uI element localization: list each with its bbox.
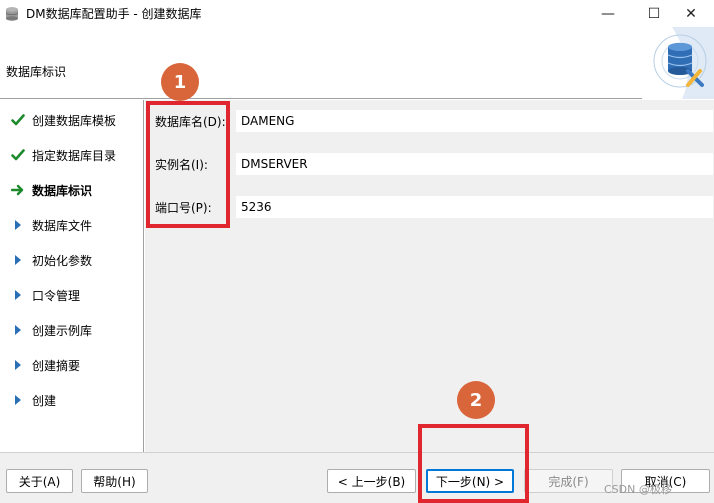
instance-name-row: 实例名(I): DMSERVER [155, 153, 713, 175]
triangle-right-icon [10, 322, 26, 338]
instance-name-input[interactable]: DMSERVER [236, 153, 713, 175]
next-button[interactable]: 下一步(N) > [426, 469, 514, 493]
minimize-icon: — [601, 5, 615, 22]
watermark: CSDN @极移 [604, 483, 672, 496]
arrow-right-icon [10, 182, 26, 198]
step-label: 初始化参数 [32, 253, 93, 268]
finish-button[interactable]: 完成(F) [524, 469, 613, 493]
db-name-label: 数据库名(D): [155, 114, 226, 129]
step-item: 初始化参数 [10, 250, 92, 270]
db-name-input[interactable]: DAMENG [236, 110, 713, 132]
triangle-right-icon [10, 357, 26, 373]
step-label: 口令管理 [32, 288, 81, 303]
instance-name-label: 实例名(I): [155, 157, 208, 172]
title-bar: DM数据库配置助手 - 创建数据库 — ☐ ✕ [0, 0, 714, 27]
triangle-right-icon [10, 252, 26, 268]
step-item: 创建数据库模板 [10, 110, 116, 130]
database-app-icon [5, 6, 19, 21]
step-label: 创建摘要 [32, 358, 81, 373]
triangle-right-icon [10, 217, 26, 233]
step-sidebar: 创建数据库模板 指定数据库目录 数据库标识 数据库文件 初始化参数 口令管理 创… [0, 100, 144, 452]
form-panel: 数据库名(D): DAMENG 实例名(I): DMSERVER 端口号(P):… [145, 100, 714, 452]
close-icon: ✕ [685, 5, 697, 22]
db-name-row: 数据库名(D): DAMENG [155, 110, 713, 132]
annotation-badge-2: 2 [457, 381, 495, 419]
close-button[interactable]: ✕ [668, 0, 714, 27]
triangle-right-icon [10, 392, 26, 408]
step-label: 创建 [32, 393, 57, 408]
step-item: 数据库文件 [10, 215, 92, 235]
port-input[interactable]: 5236 [236, 196, 713, 218]
step-item: 创建 [10, 390, 56, 410]
prev-button[interactable]: < 上一步(B) [327, 469, 416, 493]
step-label: 创建示例库 [32, 323, 93, 338]
port-row: 端口号(P): 5236 [155, 196, 713, 218]
step-label: 指定数据库目录 [32, 148, 117, 163]
help-button[interactable]: 帮助(H) [81, 469, 148, 493]
step-item: 创建示例库 [10, 320, 92, 340]
step-item: 指定数据库目录 [10, 145, 116, 165]
step-item: 创建摘要 [10, 355, 80, 375]
window-title: DM数据库配置助手 - 创建数据库 [26, 7, 202, 21]
step-item: 口令管理 [10, 285, 80, 305]
checkmark-icon [10, 112, 26, 128]
wizard-header: 数据库标识 [0, 27, 714, 99]
step-item-current: 数据库标识 [10, 180, 92, 200]
port-label: 端口号(P): [155, 200, 212, 215]
section-title: 数据库标识 [6, 65, 67, 79]
annotation-badge-1: 1 [161, 63, 199, 101]
maximize-icon: ☐ [647, 5, 661, 22]
step-label: 数据库文件 [32, 218, 93, 233]
checkmark-icon [10, 147, 26, 163]
about-button[interactable]: 关于(A) [6, 469, 73, 493]
triangle-right-icon [10, 287, 26, 303]
step-label: 数据库标识 [32, 183, 93, 198]
minimize-button[interactable]: — [585, 0, 631, 27]
step-label: 创建数据库模板 [32, 113, 117, 128]
database-config-illustration-icon [642, 27, 714, 99]
